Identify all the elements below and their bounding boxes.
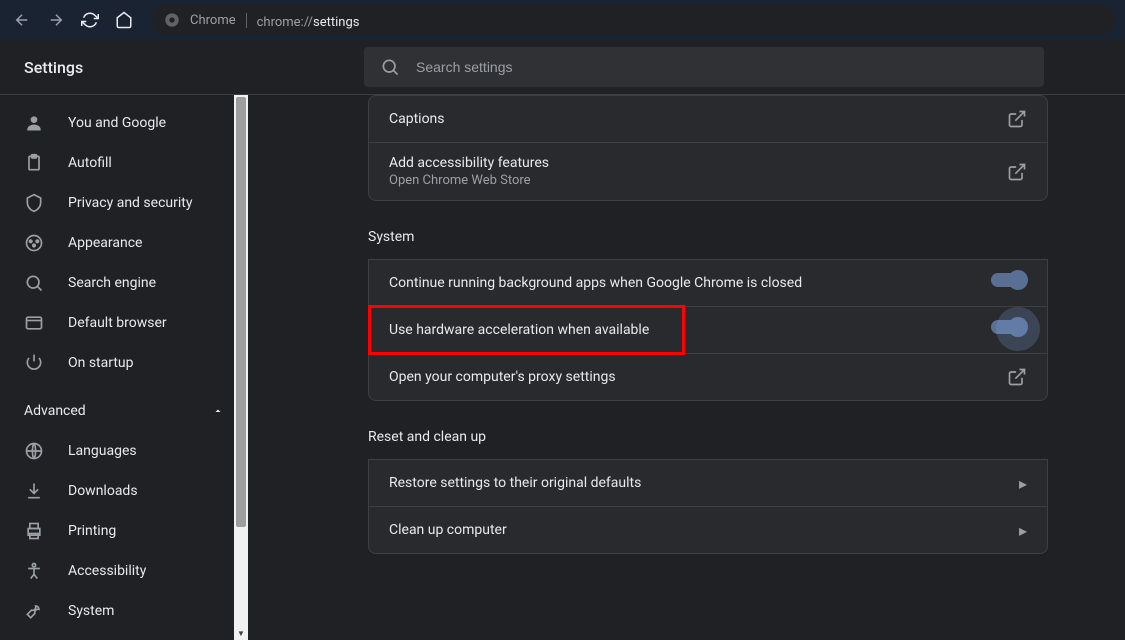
url-text: chrome://settings [257, 11, 360, 30]
scrollbar-thumb[interactable] [236, 97, 246, 527]
search-input[interactable] [416, 59, 1028, 75]
shield-icon [24, 193, 44, 213]
sidebar-item-languages[interactable]: Languages [0, 431, 248, 471]
sidebar-item-label: On startup [68, 355, 134, 371]
wrench-icon [24, 601, 44, 621]
sidebar-item-label: You and Google [68, 115, 166, 131]
external-link-icon [1007, 367, 1027, 387]
sidebar-item-label: Accessibility [68, 563, 146, 579]
row-restore-defaults[interactable]: Restore settings to their original defau… [368, 459, 1048, 507]
globe-icon [24, 441, 44, 461]
search-icon [380, 57, 400, 77]
row-label: Use hardware acceleration when available [389, 322, 975, 338]
palette-icon [24, 233, 44, 253]
settings-header: Settings [0, 40, 1125, 95]
row-label: Clean up computer [389, 522, 1003, 538]
sidebar-item-system[interactable]: System [0, 591, 248, 631]
chevron-right-icon: ▸ [1019, 521, 1027, 540]
sidebar-advanced-toggle[interactable]: Advanced [0, 391, 248, 431]
reload-button[interactable] [78, 8, 102, 32]
row-label: Restore settings to their original defau… [389, 475, 1003, 491]
sidebar-item-label: Default browser [68, 315, 167, 331]
forward-button[interactable] [44, 8, 68, 32]
chrome-label: Chrome [190, 13, 247, 28]
settings-content: Captions Add accessibility features Open… [248, 95, 1125, 640]
section-title-system: System [368, 229, 1048, 245]
scroll-down-arrow-icon[interactable]: ▼ [234, 626, 248, 640]
sidebar-item-autofill[interactable]: Autofill [0, 143, 248, 183]
search-box[interactable] [364, 47, 1044, 87]
row-background-apps[interactable]: Continue running background apps when Go… [368, 259, 1048, 307]
sidebar-item-label: Autofill [68, 155, 112, 171]
external-link-icon [1007, 109, 1027, 129]
power-icon [24, 353, 44, 373]
sidebar-item-label: Appearance [68, 235, 142, 251]
sidebar-item-on-startup[interactable]: On startup [0, 343, 248, 383]
person-icon [24, 113, 44, 133]
row-hardware-acceleration[interactable]: Use hardware acceleration when available [368, 306, 1048, 354]
browser-icon [24, 313, 44, 333]
printer-icon [24, 521, 44, 541]
sidebar-item-label: Search engine [68, 275, 156, 291]
sidebar-item-default-browser[interactable]: Default browser [0, 303, 248, 343]
sidebar-item-accessibility[interactable]: Accessibility [0, 551, 248, 591]
back-button[interactable] [10, 8, 34, 32]
sidebar: You and Google Autofill Privacy and secu… [0, 95, 248, 640]
home-button[interactable] [112, 8, 136, 32]
section-title-reset: Reset and clean up [368, 429, 1048, 445]
row-add-accessibility[interactable]: Add accessibility features Open Chrome W… [368, 142, 1048, 201]
download-icon [24, 481, 44, 501]
row-clean-up-computer[interactable]: Clean up computer ▸ [368, 506, 1048, 554]
accessibility-icon [24, 561, 44, 581]
sidebar-item-search-engine[interactable]: Search engine [0, 263, 248, 303]
address-bar[interactable]: Chrome chrome://settings [152, 5, 1115, 35]
sidebar-section-label: Advanced [24, 403, 86, 419]
browser-toolbar: Chrome chrome://settings [0, 0, 1125, 40]
sidebar-item-label: Languages [68, 443, 137, 459]
sidebar-item-you-and-google[interactable]: You and Google [0, 103, 248, 143]
row-label: Open your computer's proxy settings [389, 369, 991, 385]
sidebar-item-label: Printing [68, 523, 116, 539]
page-title: Settings [24, 58, 324, 77]
toggle-background-apps[interactable] [991, 273, 1027, 293]
sidebar-item-downloads[interactable]: Downloads [0, 471, 248, 511]
sidebar-item-label: Downloads [68, 483, 138, 499]
row-label: Captions [389, 111, 991, 127]
sidebar-item-label: System [68, 603, 114, 619]
sidebar-item-privacy-security[interactable]: Privacy and security [0, 183, 248, 223]
chevron-right-icon: ▸ [1019, 474, 1027, 493]
external-link-icon [1007, 162, 1027, 182]
sidebar-item-label: Privacy and security [68, 195, 192, 211]
chrome-logo-icon [164, 12, 180, 28]
row-label: Continue running background apps when Go… [389, 275, 975, 291]
search-icon [24, 273, 44, 293]
sidebar-item-printing[interactable]: Printing [0, 511, 248, 551]
row-proxy-settings[interactable]: Open your computer's proxy settings [368, 353, 1048, 401]
clipboard-icon [24, 153, 44, 173]
row-label: Add accessibility features [389, 155, 991, 171]
chevron-up-icon [212, 405, 224, 417]
row-sublabel: Open Chrome Web Store [389, 173, 991, 188]
toggle-hardware-acceleration[interactable] [991, 320, 1027, 340]
sidebar-item-appearance[interactable]: Appearance [0, 223, 248, 263]
sidebar-scrollbar[interactable]: ▲ ▼ [234, 95, 248, 640]
row-captions[interactable]: Captions [368, 95, 1048, 143]
